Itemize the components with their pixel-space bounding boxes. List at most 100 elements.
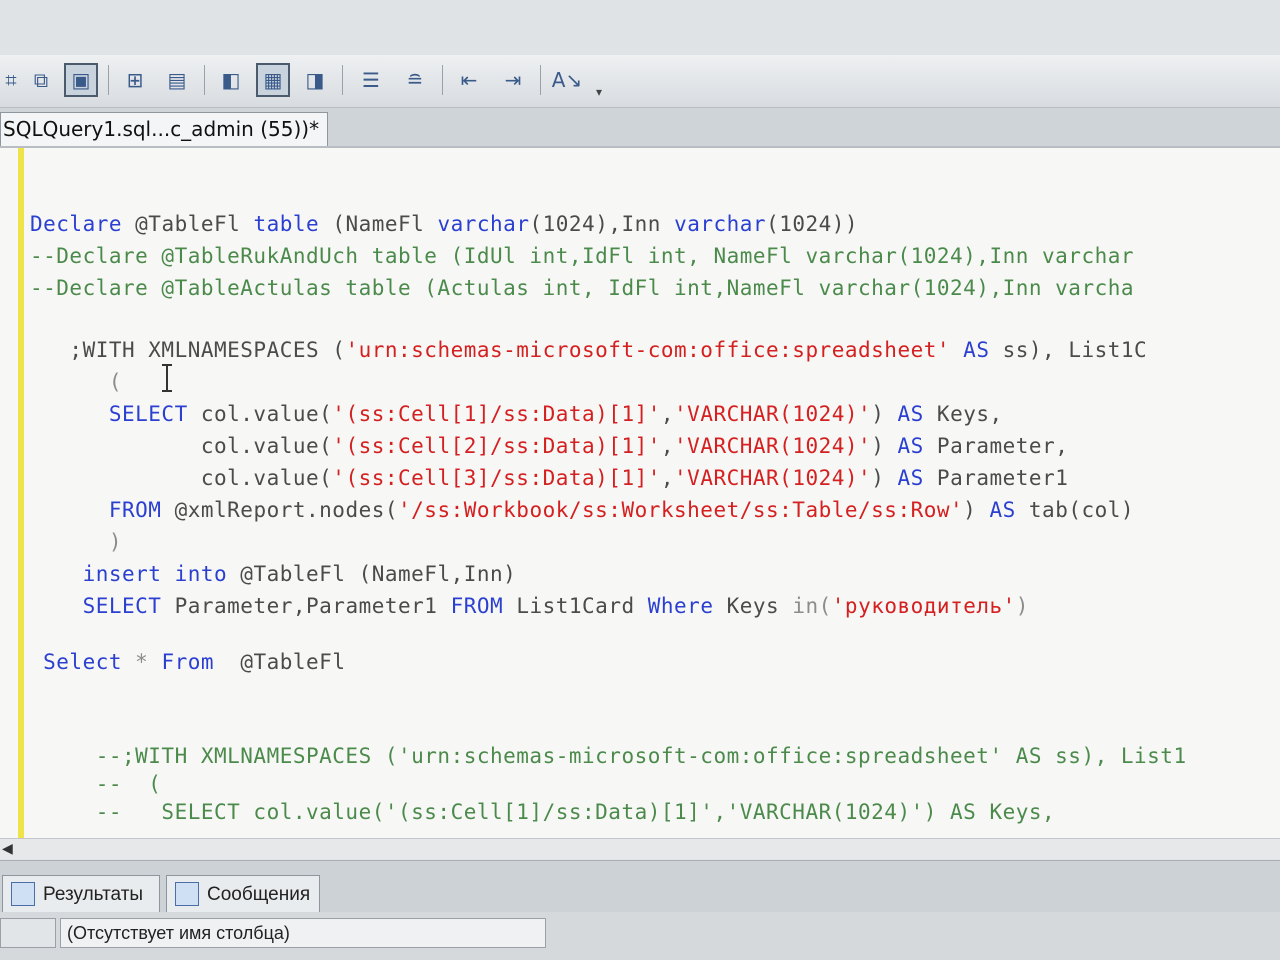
code-token: col.value(: [187, 402, 333, 426]
code-token: 'VARCHAR(1024)': [674, 402, 872, 426]
code-token: 'руководитель': [831, 594, 1016, 618]
code-token: FROM: [30, 498, 162, 522]
column-header[interactable]: (Отсутствует имя столбца): [60, 918, 546, 948]
code-token: '/ss:Workbook/ss:Worksheet/ss:Table/ss:R…: [398, 498, 964, 522]
code-line[interactable]: SELECT col.value('(ss:Cell[1]/ss:Data)[1…: [30, 402, 1003, 426]
code-token: AS: [989, 498, 1016, 522]
code-token: Keys,: [923, 402, 1003, 426]
code-token: AS: [897, 466, 924, 490]
code-token: Where: [647, 594, 714, 618]
code-token: tab(col): [1015, 498, 1135, 522]
code-token: 'VARCHAR(1024)': [674, 466, 872, 490]
code-token: AS: [897, 434, 924, 458]
code-token: varchar: [674, 212, 767, 236]
code-token: Declare: [30, 212, 123, 236]
code-token: @xmlReport.nodes(: [161, 498, 399, 522]
code-token: AS: [897, 402, 924, 426]
tab-messages-label: Сообщения: [207, 884, 311, 905]
comment-lines-icon[interactable]: ☰: [354, 63, 388, 97]
code-token: in: [792, 594, 819, 618]
include-actual-plan-icon[interactable]: ◧: [214, 63, 248, 97]
code-line[interactable]: Declare @TableFl table (NameFl varchar(1…: [30, 212, 858, 236]
code-token: --Declare @TableRukAndUch table (IdUl in…: [30, 244, 1135, 268]
code-token: SELECT: [30, 402, 188, 426]
code-token: @TableFl (NameFl,Inn): [227, 562, 517, 586]
code-line[interactable]: ;WITH XMLNAMESPACES ('urn:schemas-micros…: [30, 338, 1147, 362]
code-line[interactable]: --;WITH XMLNAMESPACES ('urn:schemas-micr…: [30, 744, 1187, 768]
increase-indent-icon[interactable]: ⇥: [496, 63, 530, 97]
toolbar-separator: [204, 65, 205, 95]
code-token: ;WITH XMLNAMESPACES (: [30, 338, 346, 362]
code-token: *: [122, 650, 162, 674]
code-token: FROM: [450, 594, 504, 618]
tab-sqlquery1[interactable]: SQLQuery1.sql...c_admin (55))*: [0, 112, 328, 146]
results-tab-strip: Результаты Сообщения: [0, 860, 1280, 913]
code-token: col.value(: [30, 466, 333, 490]
code-line[interactable]: Select * From @TableFl: [30, 650, 345, 674]
code-token: '(ss:Cell[1]/ss:Data)[1]': [332, 402, 661, 426]
code-token: AS: [950, 338, 1003, 362]
copy-icon[interactable]: ⧉: [24, 63, 58, 97]
decrease-indent-icon[interactable]: ⇤: [452, 63, 486, 97]
code-line[interactable]: ): [30, 530, 122, 554]
code-token: ): [1015, 594, 1029, 618]
results-to-grid-icon[interactable]: ▤: [160, 63, 194, 97]
code-token: ): [871, 402, 898, 426]
toolbar-separator: [442, 65, 443, 95]
tab-results[interactable]: Результаты: [2, 875, 160, 913]
document-tab-strip: SQLQuery1.sql...c_admin (55))*: [0, 108, 1280, 148]
display-estimated-plan-icon[interactable]: ◨: [298, 63, 332, 97]
code-token: '(ss:Cell[2]/ss:Data)[1]': [332, 434, 661, 458]
code-token: -- SELECT col.value('(ss:Cell[1]/ss:Data…: [30, 800, 1056, 824]
tab-messages[interactable]: Сообщения: [166, 875, 320, 913]
grid-corner: [0, 918, 56, 948]
save-icon[interactable]: ▣: [64, 63, 98, 97]
scroll-left-icon[interactable]: ◀: [2, 840, 13, 857]
code-token: @TableFl: [214, 650, 346, 674]
toolbar-options-icon[interactable]: ▾: [596, 85, 602, 99]
code-line[interactable]: FROM @xmlReport.nodes('/ss:Workbook/ss:W…: [30, 498, 1134, 522]
code-token: ss), List1C: [1002, 338, 1148, 362]
query-editor[interactable]: Declare @TableFl table (NameFl varchar(1…: [0, 148, 1280, 856]
code-token: From: [161, 650, 215, 674]
code-token: ): [871, 466, 898, 490]
code-line[interactable]: --Declare @TableActulas table (Actulas i…: [30, 276, 1134, 300]
specify-template-values-icon[interactable]: A↘: [550, 63, 584, 97]
code-token: (NameFl: [319, 212, 438, 236]
horizontal-scrollbar[interactable]: ◀: [0, 838, 1280, 859]
code-token: Select: [30, 650, 123, 674]
code-token: Parameter,Parameter1: [161, 594, 451, 618]
text-cursor-icon: [162, 364, 172, 392]
uncomment-lines-icon[interactable]: ≘: [398, 63, 432, 97]
tab-results-label: Результаты: [43, 884, 144, 905]
code-token: @TableFl: [122, 212, 254, 236]
code-line[interactable]: insert into @TableFl (NameFl,Inn): [30, 562, 516, 586]
messages-icon: [175, 882, 199, 906]
code-area[interactable]: Declare @TableFl table (NameFl varchar(1…: [0, 148, 1280, 856]
code-token: SELECT: [30, 594, 162, 618]
toolbar-separator: [540, 65, 541, 95]
code-token: 'urn:schemas-microsoft-com:office:spread…: [345, 338, 951, 362]
results-to-text-icon[interactable]: ⊞: [118, 63, 152, 97]
code-line[interactable]: -- SELECT col.value('(ss:Cell[1]/ss:Data…: [30, 800, 1055, 824]
code-token: --Declare @TableActulas table (Actulas i…: [30, 276, 1135, 300]
results-grid[interactable]: (Отсутствует имя столбца): [0, 912, 1280, 960]
code-token: Keys: [713, 594, 793, 618]
code-line[interactable]: col.value('(ss:Cell[2]/ss:Data)[1]','VAR…: [30, 434, 1068, 458]
code-token: varchar: [437, 212, 530, 236]
code-line[interactable]: col.value('(ss:Cell[3]/ss:Data)[1]','VAR…: [30, 466, 1068, 490]
code-line[interactable]: (: [30, 370, 122, 394]
toolbar-separator: [342, 65, 343, 95]
code-token: ,: [660, 402, 675, 426]
client-stats-icon[interactable]: ▦: [256, 63, 290, 97]
code-token: Parameter,: [923, 434, 1069, 458]
code-line[interactable]: SELECT Parameter,Parameter1 FROM List1Ca…: [30, 594, 1029, 618]
code-token: insert into: [30, 562, 228, 586]
code-token: col.value(: [30, 434, 333, 458]
code-token: Parameter1: [923, 466, 1069, 490]
code-line[interactable]: -- (: [30, 772, 161, 796]
grid-icon: [11, 882, 35, 906]
code-token: (: [30, 370, 123, 394]
code-token: (1024)): [766, 212, 859, 236]
code-line[interactable]: --Declare @TableRukAndUch table (IdUl in…: [30, 244, 1134, 268]
